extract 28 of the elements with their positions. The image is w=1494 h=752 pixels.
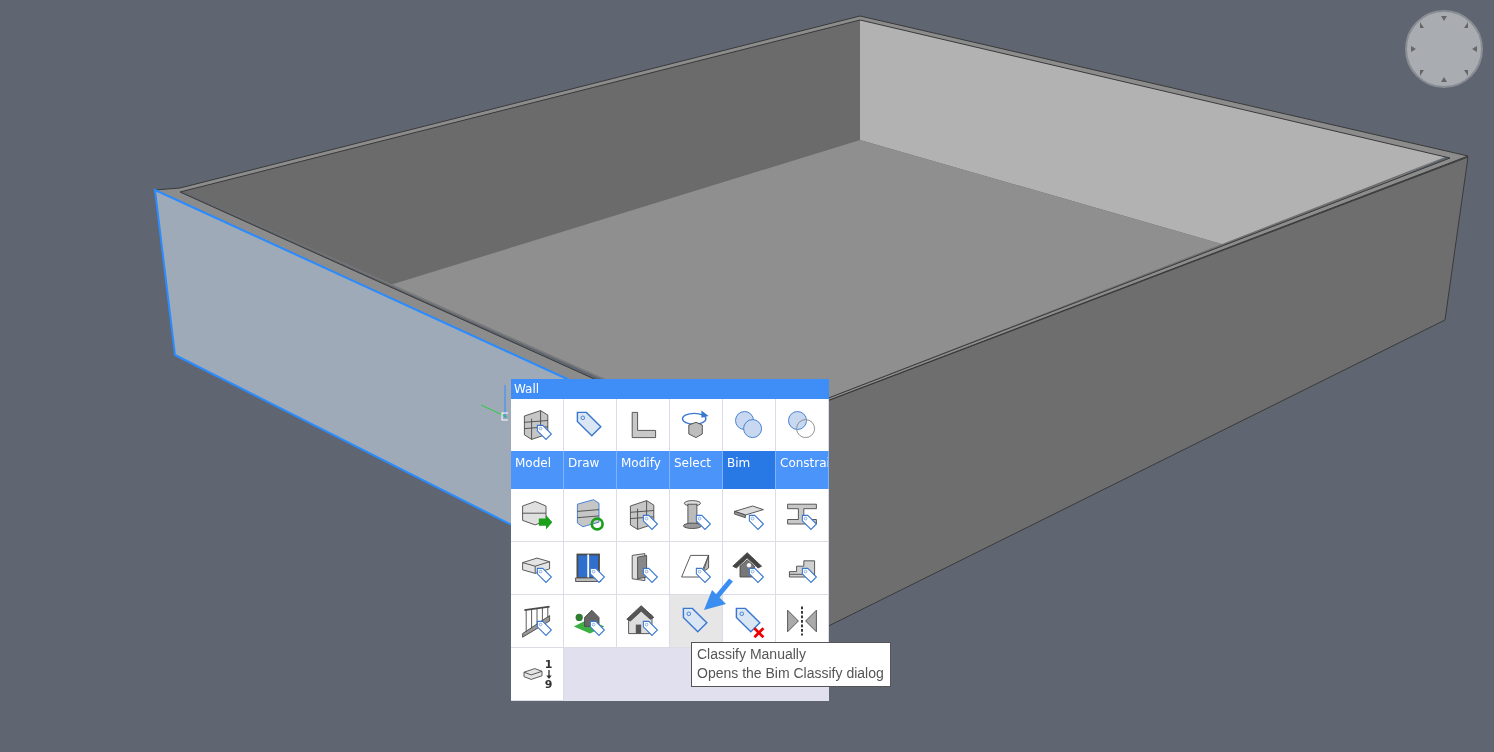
tool-button[interactable] — [670, 542, 723, 595]
numbering-tool-button[interactable]: 1 9 — [511, 648, 564, 701]
tool-button[interactable] — [617, 595, 670, 648]
category-tab[interactable]: Modify — [617, 451, 670, 489]
arrow-icon — [704, 578, 733, 610]
tool-button[interactable] — [723, 542, 776, 595]
roof-tag-icon — [731, 550, 767, 586]
category-tab[interactable]: Select — [670, 451, 723, 489]
tool-button[interactable] — [617, 542, 670, 595]
navigation-compass-icon[interactable] — [1405, 10, 1483, 88]
tool-button[interactable] — [511, 595, 564, 648]
ucs-axis-icon — [480, 384, 508, 421]
category-tab[interactable]: Draw — [564, 451, 617, 489]
railing-tag-icon — [519, 603, 555, 639]
tool-button[interactable] — [617, 489, 670, 542]
menu-title: Wall — [511, 379, 829, 399]
tool-button[interactable] — [670, 489, 723, 542]
tool-button[interactable] — [776, 489, 829, 542]
tool-button[interactable] — [564, 542, 617, 595]
tooltip-title: Classify Manually — [697, 645, 807, 664]
tool-button[interactable] — [564, 595, 617, 648]
tooltip-description: Opens the Bim Classify dialog — [697, 664, 884, 683]
down-arrow-icon — [544, 669, 553, 679]
category-tab[interactable]: Constrai — [776, 451, 829, 489]
block-icon — [521, 665, 544, 683]
category-tab[interactable]: Model — [511, 451, 564, 489]
category-tab[interactable]: Bim — [723, 451, 776, 489]
house-tag-icon — [625, 603, 661, 639]
